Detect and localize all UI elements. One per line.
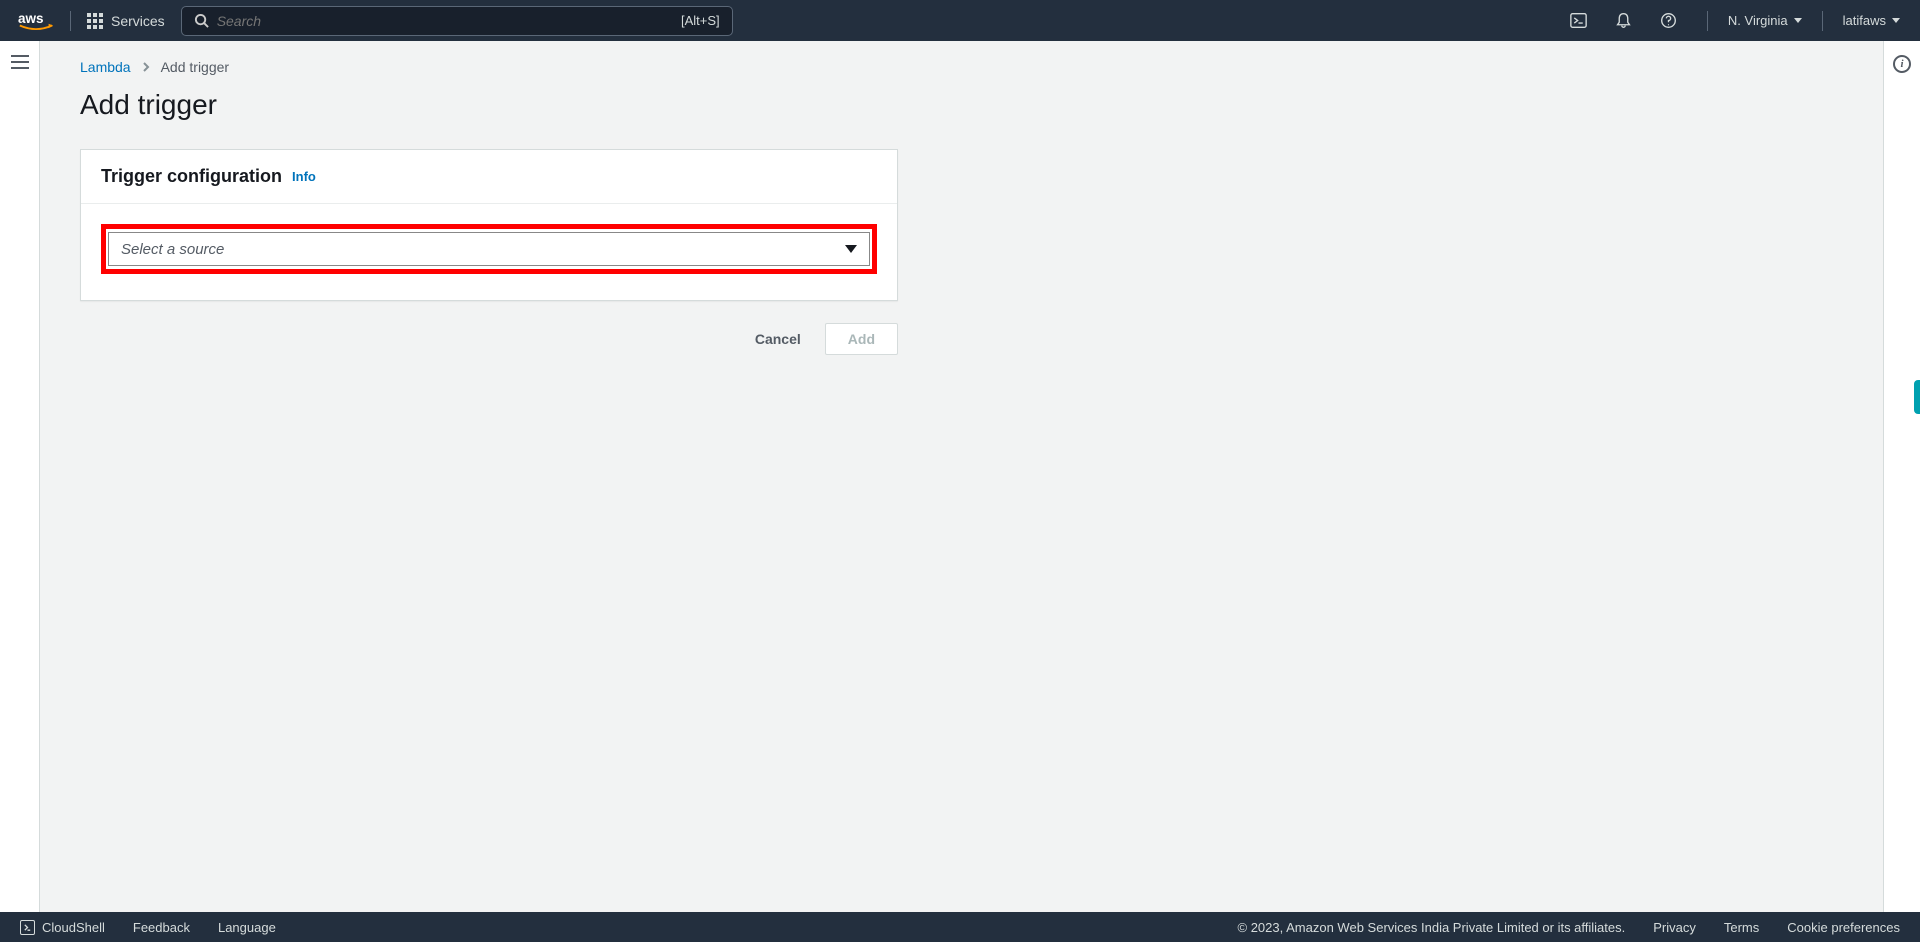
- add-button[interactable]: Add: [825, 323, 898, 355]
- page-title: Add trigger: [80, 89, 1843, 121]
- breadcrumb-lambda[interactable]: Lambda: [80, 59, 131, 75]
- main-content: Lambda Add trigger Add trigger Trigger c…: [40, 41, 1884, 912]
- search-input[interactable]: [217, 13, 637, 29]
- account-label: latifaws: [1843, 13, 1886, 28]
- top-nav: aws Services [Alt+S]: [0, 0, 1920, 41]
- info-panel-toggle[interactable]: i: [1893, 55, 1911, 73]
- feedback-link[interactable]: Feedback: [133, 920, 190, 935]
- language-link[interactable]: Language: [218, 920, 276, 935]
- breadcrumb-current: Add trigger: [161, 59, 229, 75]
- search-icon: [194, 13, 209, 28]
- panel-header-title: Trigger configuration: [101, 166, 282, 187]
- notifications-icon[interactable]: [1615, 12, 1632, 29]
- cloudshell-footer-icon[interactable]: [20, 920, 35, 935]
- copyright-text: © 2023, Amazon Web Services India Privat…: [1238, 920, 1626, 935]
- trigger-configuration-panel: Trigger configuration Info Select a sour…: [80, 149, 898, 301]
- caret-down-icon: [845, 245, 857, 253]
- cookie-preferences-link[interactable]: Cookie preferences: [1787, 920, 1900, 935]
- panel-body: Select a source: [81, 204, 897, 300]
- cancel-button[interactable]: Cancel: [745, 323, 811, 355]
- feedback-tab[interactable]: [1914, 380, 1920, 414]
- source-select-placeholder: Select a source: [121, 241, 224, 258]
- action-row: Cancel Add: [80, 323, 898, 355]
- highlight-annotation: Select a source: [101, 224, 877, 274]
- search-shortcut-hint: [Alt+S]: [681, 13, 720, 28]
- privacy-link[interactable]: Privacy: [1653, 920, 1696, 935]
- aws-logo[interactable]: aws: [18, 10, 54, 32]
- nav-divider: [70, 11, 71, 31]
- nav-divider: [1822, 11, 1823, 31]
- footer: CloudShell Feedback Language © 2023, Ama…: [0, 912, 1920, 942]
- left-sidebar: [0, 41, 40, 912]
- grid-icon: [87, 13, 103, 29]
- services-button[interactable]: Services: [87, 13, 165, 29]
- help-icon[interactable]: [1660, 12, 1677, 29]
- svg-text:aws: aws: [18, 10, 44, 25]
- main-region: Lambda Add trigger Add trigger Trigger c…: [0, 41, 1920, 912]
- breadcrumb: Lambda Add trigger: [80, 59, 1843, 75]
- cloudshell-icon[interactable]: [1570, 12, 1587, 29]
- search-box[interactable]: [Alt+S]: [181, 6, 733, 36]
- account-selector[interactable]: latifaws: [1839, 13, 1904, 28]
- nav-divider: [1707, 11, 1708, 31]
- chevron-down-icon: [1892, 18, 1900, 23]
- chevron-down-icon: [1794, 18, 1802, 23]
- chevron-right-icon: [141, 59, 151, 75]
- terms-link[interactable]: Terms: [1724, 920, 1759, 935]
- right-sidebar: i: [1884, 41, 1920, 912]
- cloudshell-link[interactable]: CloudShell: [42, 920, 105, 935]
- region-selector[interactable]: N. Virginia: [1724, 13, 1806, 28]
- menu-toggle[interactable]: [11, 55, 29, 69]
- services-label: Services: [111, 13, 165, 29]
- panel-header: Trigger configuration Info: [81, 150, 897, 204]
- region-label: N. Virginia: [1728, 13, 1788, 28]
- info-link[interactable]: Info: [292, 169, 316, 184]
- source-select[interactable]: Select a source: [108, 232, 870, 266]
